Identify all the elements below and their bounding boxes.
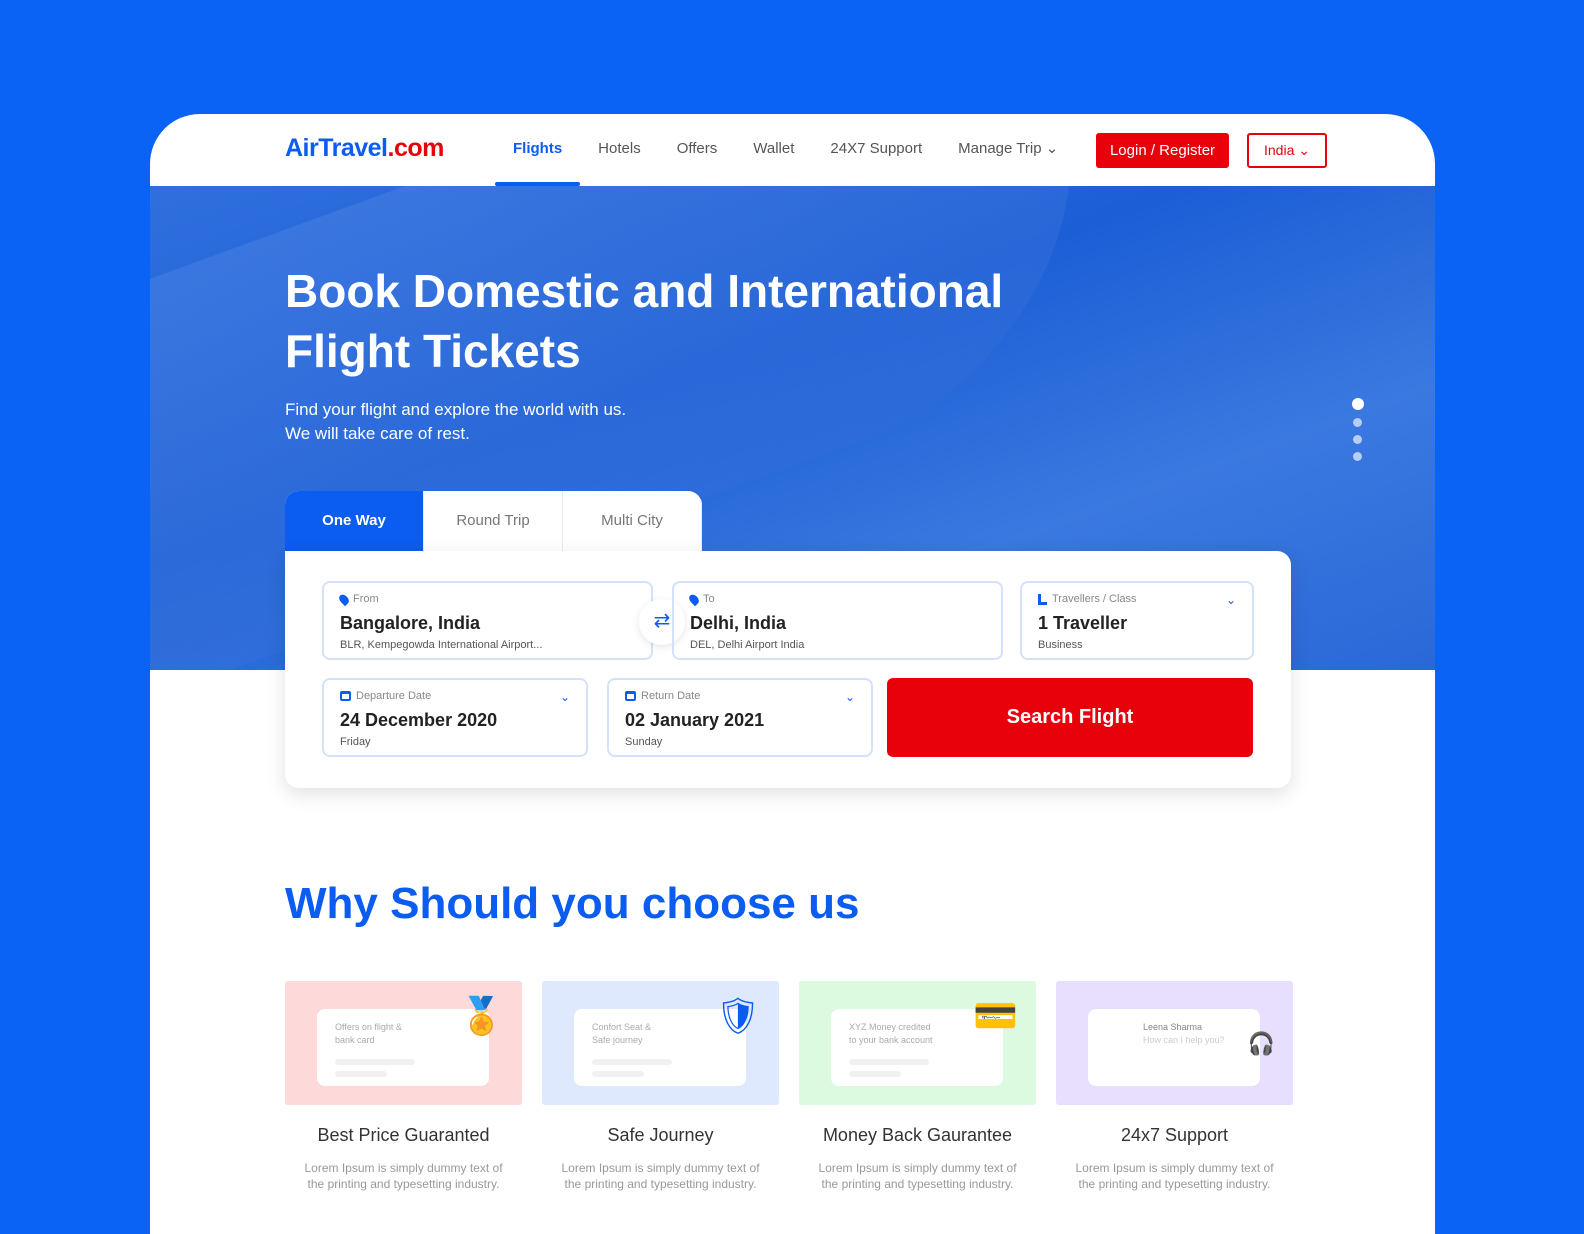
return-date-field[interactable]: Return Date ⌄ 02 January 2021 Sunday xyxy=(607,678,873,757)
chevron-down-icon: ⌄ xyxy=(559,690,570,704)
feature-card: Leena Sharma How can I help you? 🎧 24x7 S… xyxy=(1056,981,1293,1192)
browser-frame: AirTravel.com Flights Hotels Offers Wall… xyxy=(150,114,1435,1234)
chevron-down-icon: ⌄ xyxy=(1298,142,1310,158)
top-nav: AirTravel.com Flights Hotels Offers Wall… xyxy=(150,114,1435,186)
trip-type-tabs: One Way Round Trip Multi City xyxy=(285,491,702,551)
departure-date-field[interactable]: Departure Date ⌄ 24 December 2020 Friday xyxy=(322,678,588,757)
carousel-dot[interactable] xyxy=(1353,435,1362,444)
from-field[interactable]: From Bangalore, India BLR, Kempegowda In… xyxy=(322,581,653,660)
feature-card: Offers on flight & bank card 🏅 Best Price… xyxy=(285,981,522,1192)
search-flight-button[interactable]: Search Flight xyxy=(887,678,1253,757)
features-list: Offers on flight & bank card 🏅 Best Price… xyxy=(285,981,1293,1192)
shield-check-icon: 🛡 xyxy=(715,995,761,1036)
feature-illustration: Offers on flight & bank card 🏅 xyxy=(285,981,522,1105)
calendar-icon xyxy=(340,691,351,701)
tab-round-trip[interactable]: Round Trip xyxy=(424,491,563,551)
travellers-class-field[interactable]: Travellers / Class ⌄ 1 Traveller Busines… xyxy=(1020,581,1254,660)
nav-offers[interactable]: Offers xyxy=(659,114,736,186)
headset-24-7-icon: 🎧 xyxy=(1247,1031,1275,1056)
logo[interactable]: AirTravel.com xyxy=(285,134,444,163)
credit-card-icon: 💳 xyxy=(973,995,1018,1036)
location-pin-icon xyxy=(337,592,351,606)
calendar-icon xyxy=(625,691,636,701)
carousel-dot[interactable] xyxy=(1352,398,1364,410)
chevron-down-icon: ⌄ xyxy=(1045,140,1059,157)
award-badge-icon: 🏅 xyxy=(459,995,504,1036)
country-select[interactable]: India ⌄ xyxy=(1247,133,1327,168)
seat-icon xyxy=(1038,593,1047,605)
login-register-button[interactable]: Login / Register xyxy=(1096,133,1229,168)
nav-manage-trip[interactable]: Manage Trip ⌄ xyxy=(940,114,1076,186)
nav-flights[interactable]: Flights xyxy=(495,114,581,186)
carousel-dot[interactable] xyxy=(1353,418,1362,427)
feature-card: Confort Seat & Safe journey 🛡 Safe Journe… xyxy=(542,981,779,1192)
chevron-down-icon: ⌄ xyxy=(844,690,855,704)
location-pin-icon xyxy=(687,592,701,606)
hero-title: Book Domestic and International Flight T… xyxy=(285,265,1004,377)
tab-multi-city[interactable]: Multi City xyxy=(563,491,702,551)
nav-wallet[interactable]: Wallet xyxy=(735,114,812,186)
hero-subtitle: Find your flight and explore the world w… xyxy=(285,400,627,443)
tab-one-way[interactable]: One Way xyxy=(285,491,424,551)
nav-support[interactable]: 24X7 Support xyxy=(812,114,940,186)
feature-illustration: Leena Sharma How can I help you? 🎧 xyxy=(1056,981,1293,1105)
to-field[interactable]: To Delhi, India DEL, Delhi Airport India xyxy=(672,581,1003,660)
feature-illustration: Confort Seat & Safe journey 🛡 xyxy=(542,981,779,1105)
carousel-dot[interactable] xyxy=(1353,452,1362,461)
section-title: Why Should you choose us xyxy=(285,879,859,933)
feature-card: XYZ Money credited to your bank account 💳… xyxy=(799,981,1036,1192)
carousel-dots xyxy=(1352,398,1364,469)
feature-illustration: XYZ Money credited to your bank account 💳 xyxy=(799,981,1036,1105)
nav-hotels[interactable]: Hotels xyxy=(580,114,659,186)
flight-search-form: From Bangalore, India BLR, Kempegowda In… xyxy=(285,551,1291,788)
chevron-down-icon: ⌄ xyxy=(1225,593,1236,607)
